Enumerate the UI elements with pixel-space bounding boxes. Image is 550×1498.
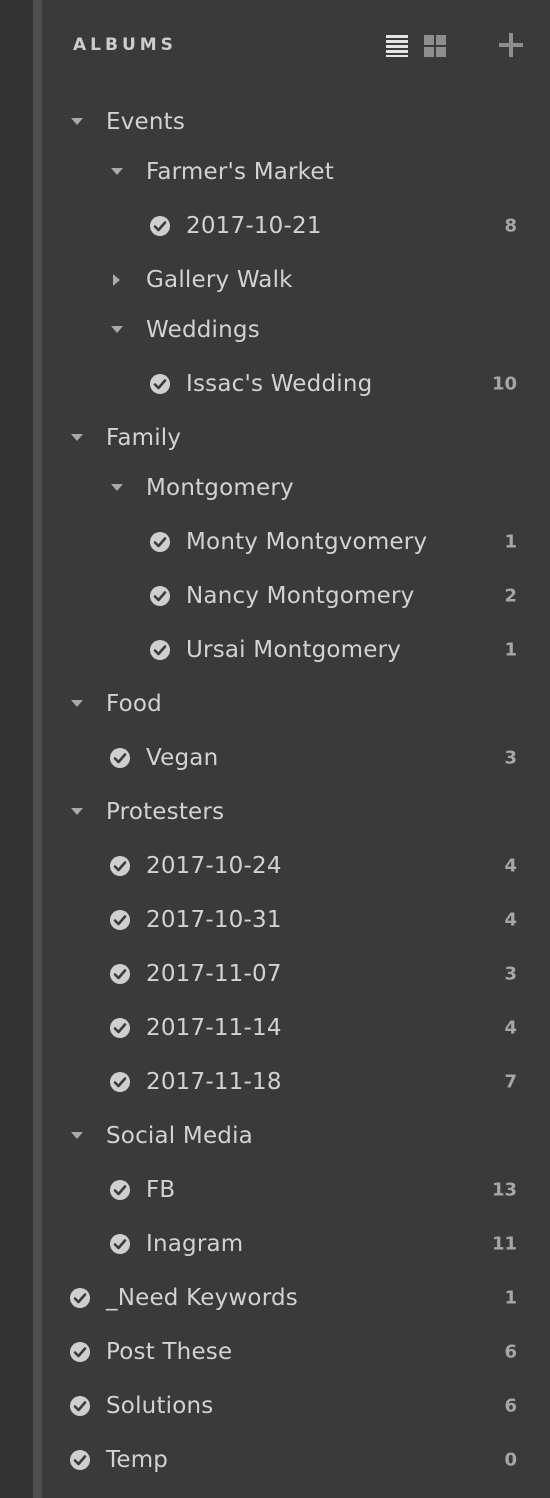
checkmark-circle-icon — [150, 374, 170, 394]
checkmark-circle-icon — [150, 586, 170, 606]
album-count: 6 — [504, 1395, 517, 1417]
album-count: 7 — [504, 1071, 517, 1093]
expand-right-icon[interactable] — [110, 273, 124, 287]
album-row[interactable]: Nancy Montgomery 2 — [42, 572, 550, 620]
album-count: 3 — [504, 747, 517, 769]
checkmark-circle-icon — [150, 216, 170, 236]
album-label: Solutions — [106, 1393, 214, 1419]
album-row[interactable]: Post These 6 — [42, 1328, 550, 1376]
expand-down-icon[interactable] — [70, 697, 84, 711]
album-row[interactable]: 2017-11-14 4 — [42, 1004, 550, 1052]
album-count: 3 — [504, 963, 517, 985]
folder-label: Protesters — [106, 799, 225, 825]
folder-row[interactable]: Family — [42, 414, 550, 462]
folder-row[interactable]: Social Media — [42, 1112, 550, 1160]
checkmark-circle-icon — [110, 856, 130, 876]
folder-row[interactable]: Food — [42, 680, 550, 728]
expand-down-icon[interactable] — [110, 165, 124, 179]
album-count: 2 — [504, 585, 517, 607]
folder-label: Farmer's Market — [146, 159, 334, 185]
checkmark-circle-icon — [110, 1072, 130, 1092]
album-row[interactable]: 2017-10-21 8 — [42, 202, 550, 250]
expand-down-icon[interactable] — [110, 481, 124, 495]
album-count: 1 — [504, 639, 517, 661]
checkmark-circle-icon — [70, 1450, 90, 1470]
album-label: Issac's Wedding — [186, 371, 373, 397]
album-row[interactable]: Vegan 3 — [42, 734, 550, 782]
panel-divider[interactable] — [33, 0, 42, 1498]
album-label: 2017-10-31 — [146, 907, 282, 933]
album-count: 0 — [504, 1449, 517, 1471]
album-label: FB — [146, 1177, 176, 1203]
album-label: Vegan — [146, 745, 219, 771]
expand-down-icon[interactable] — [70, 805, 84, 819]
folder-row[interactable]: Protesters — [42, 788, 550, 836]
checkmark-circle-icon — [70, 1342, 90, 1362]
album-row[interactable]: Ursai Montgomery 1 — [42, 626, 550, 674]
album-count: 8 — [504, 215, 517, 237]
album-row[interactable]: 2017-10-24 4 — [42, 842, 550, 890]
folder-row[interactable]: Events — [42, 98, 550, 146]
checkmark-circle-icon — [110, 1018, 130, 1038]
checkmark-circle-icon — [70, 1288, 90, 1308]
album-label: Post These — [106, 1339, 233, 1365]
folder-row[interactable]: Weddings — [42, 306, 550, 354]
checkmark-circle-icon — [110, 1234, 130, 1254]
album-row[interactable]: Solutions 6 — [42, 1382, 550, 1430]
album-row[interactable]: 2017-11-18 7 — [42, 1058, 550, 1106]
folder-row[interactable]: Gallery Walk — [42, 256, 550, 304]
checkmark-circle-icon — [70, 1396, 90, 1416]
expand-down-icon[interactable] — [70, 115, 84, 129]
album-label: _Need Keywords — [106, 1285, 298, 1311]
album-row[interactable]: Temp 0 — [42, 1436, 550, 1484]
expand-down-icon[interactable] — [110, 323, 124, 337]
album-count: 13 — [491, 1179, 517, 1201]
album-label: 2017-11-18 — [146, 1069, 282, 1095]
album-count: 11 — [491, 1233, 517, 1255]
album-row[interactable]: _Need Keywords 1 — [42, 1274, 550, 1322]
albums-tree: Events Farmer's Market 2017-10-21 8 Gallery … — [42, 0, 550, 1498]
folder-label: Events — [106, 109, 186, 135]
album-count: 4 — [504, 1017, 517, 1039]
panel-left-edge — [0, 0, 33, 1498]
album-label: Ursai Montgomery — [186, 637, 402, 663]
expand-down-icon[interactable] — [70, 1129, 84, 1143]
album-row[interactable]: 2017-10-31 4 — [42, 896, 550, 944]
album-row[interactable]: FB 13 — [42, 1166, 550, 1214]
checkmark-circle-icon — [110, 1180, 130, 1200]
album-label: 2017-11-07 — [146, 961, 282, 987]
album-label: 2017-11-14 — [146, 1015, 282, 1041]
folder-label: Montgomery — [146, 475, 294, 501]
album-row[interactable]: Inagram 11 — [42, 1220, 550, 1268]
album-label: Monty Montgvomery — [186, 529, 428, 555]
album-count: 4 — [504, 909, 517, 931]
album-count: 10 — [491, 373, 517, 395]
album-label: 2017-10-24 — [146, 853, 282, 879]
folder-label: Gallery Walk — [146, 267, 293, 293]
folder-row[interactable]: Farmer's Market — [42, 148, 550, 196]
folder-row[interactable]: Montgomery — [42, 464, 550, 512]
checkmark-circle-icon — [110, 910, 130, 930]
album-count: 1 — [504, 531, 517, 553]
album-row[interactable]: Monty Montgvomery 1 — [42, 518, 550, 566]
album-count: 6 — [504, 1341, 517, 1363]
folder-label: Weddings — [146, 317, 260, 343]
checkmark-circle-icon — [110, 748, 130, 768]
album-count: 1 — [504, 1287, 517, 1309]
folder-label: Family — [106, 425, 182, 451]
album-label: Inagram — [146, 1231, 244, 1257]
album-label: Temp — [106, 1447, 169, 1473]
album-label: Nancy Montgomery — [186, 583, 415, 609]
expand-down-icon[interactable] — [70, 431, 84, 445]
folder-label: Social Media — [106, 1123, 253, 1149]
checkmark-circle-icon — [150, 640, 170, 660]
album-row[interactable]: Issac's Wedding 10 — [42, 360, 550, 408]
checkmark-circle-icon — [110, 964, 130, 984]
album-row[interactable]: 2017-11-07 3 — [42, 950, 550, 998]
folder-label: Food — [106, 691, 162, 717]
album-label: 2017-10-21 — [186, 213, 322, 239]
checkmark-circle-icon — [150, 532, 170, 552]
album-count: 4 — [504, 855, 517, 877]
